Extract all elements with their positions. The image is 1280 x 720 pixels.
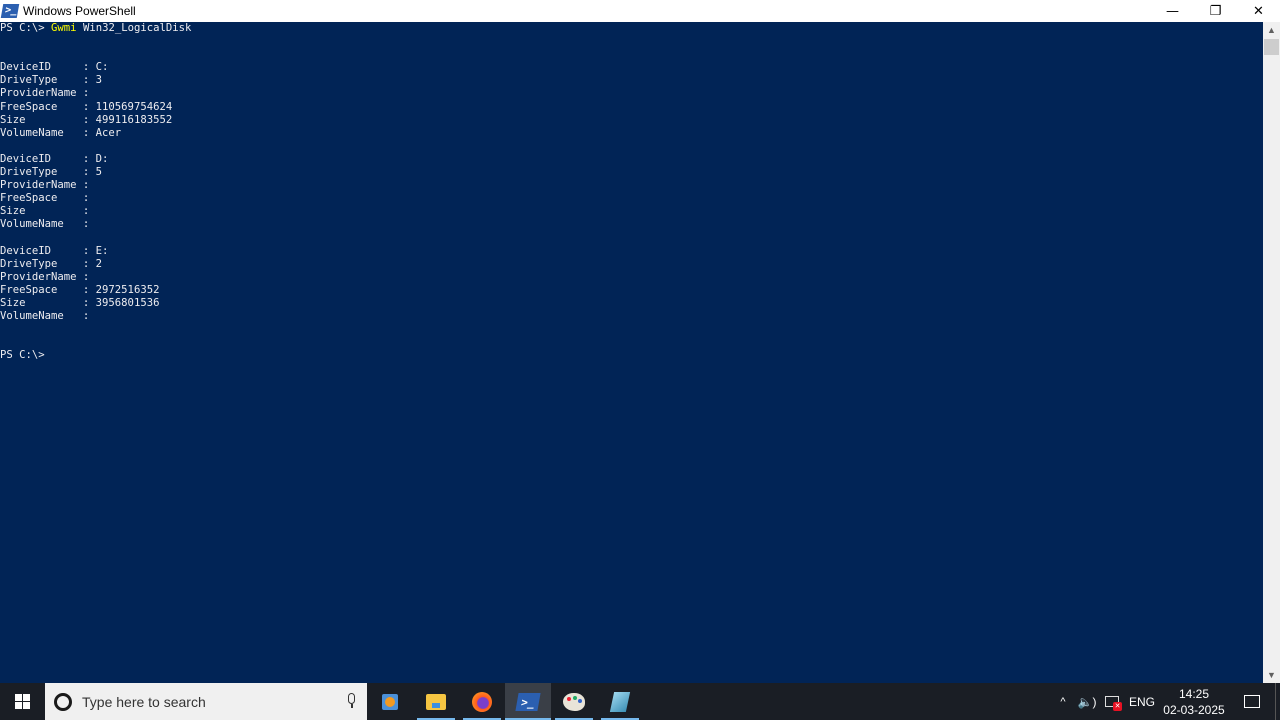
scrollbar-thumb[interactable] (1264, 39, 1279, 55)
property-value: 3 (95, 74, 103, 87)
property-label: ProviderName : (0, 87, 96, 100)
property-label: Size : (0, 113, 96, 126)
show-desktop-button[interactable] (1275, 683, 1280, 720)
notepad-icon (609, 691, 631, 712)
property-line: FreeSpace : 110569754624 (0, 101, 1263, 114)
taskbar-app-paint[interactable] (551, 683, 597, 720)
property-label: FreeSpace : (0, 192, 96, 205)
notification-icon (1244, 695, 1260, 708)
firefox-icon (472, 691, 492, 712)
close-button[interactable]: ✕ (1237, 0, 1280, 22)
media-player-icon (382, 693, 398, 710)
property-label: DriveType : (0, 257, 96, 270)
property-label: FreeSpace : (0, 283, 96, 296)
property-label: DriveType : (0, 74, 96, 87)
clock[interactable]: 14:25 02-03-2025 (1159, 686, 1229, 718)
property-line: DriveType : 5 (0, 166, 1263, 179)
property-label: Size : (0, 296, 96, 309)
start-button[interactable] (0, 683, 45, 720)
property-value: 3956801536 (95, 296, 160, 309)
network-disconnected-icon[interactable]: ✕ (1099, 696, 1125, 711)
property-label: Size : (0, 205, 96, 218)
property-line: FreeSpace : 2972516352 (0, 284, 1263, 297)
taskbar-search-box[interactable]: Type here to search (45, 683, 367, 720)
taskbar-app-media-player[interactable] (367, 683, 413, 720)
property-label: VolumeName : (0, 218, 96, 231)
prompt: PS C:\> (0, 22, 45, 34)
taskbar-app-firefox[interactable] (459, 683, 505, 720)
property-line: DeviceID : E: (0, 245, 1263, 258)
file-explorer-icon (426, 693, 446, 710)
property-label: DeviceID : (0, 244, 96, 257)
paint-icon (563, 692, 585, 711)
window-title: Windows PowerShell (23, 4, 136, 18)
powershell-taskbar-icon: >_ (515, 692, 541, 711)
property-line: DeviceID : D: (0, 153, 1263, 166)
property-label: VolumeName : (0, 310, 96, 323)
property-line: DriveType : 3 (0, 74, 1263, 87)
property-label: DeviceID : (0, 152, 96, 165)
property-line: VolumeName : (0, 218, 1263, 231)
property-line: ProviderName : (0, 179, 1263, 192)
property-line: DeviceID : C: (0, 61, 1263, 74)
property-label: DriveType : (0, 166, 96, 179)
cortana-circle-icon (54, 692, 72, 711)
taskbar-app-powershell[interactable]: >_ (505, 683, 551, 720)
microphone-icon[interactable] (347, 693, 356, 710)
show-hidden-icons-chevron-icon[interactable]: ^ (1051, 696, 1075, 708)
property-label: VolumeName : (0, 126, 96, 139)
property-line: VolumeName : (0, 310, 1263, 323)
scroll-down-arrow-icon[interactable]: ▼ (1263, 667, 1280, 683)
property-line: Size : (0, 205, 1263, 218)
windows-logo-icon (15, 694, 30, 709)
language-indicator[interactable]: ENG (1125, 695, 1159, 709)
property-label: ProviderName : (0, 270, 96, 283)
property-label: DeviceID : (0, 61, 96, 74)
final-prompt: PS C:\> (0, 349, 45, 362)
property-value: 110569754624 (95, 100, 173, 113)
system-tray: ^ 🔈) ✕ ENG 14:25 02-03-2025 (1051, 683, 1280, 720)
taskbar: Type here to search >_ ^ 🔈) ✕ ENG 14:25 (0, 683, 1280, 720)
clock-date: 02-03-2025 (1163, 702, 1225, 717)
final-prompt-line[interactable]: PS C:\> (0, 349, 1263, 362)
title-bar: >_ Windows PowerShell — ❐ ✕ (0, 0, 1280, 22)
property-line: DriveType : 2 (0, 258, 1263, 271)
volume-icon[interactable]: 🔈) (1075, 695, 1099, 709)
console-output[interactable]: PS C:\> Gwmi Win32_LogicalDisk DeviceID … (0, 22, 1263, 683)
scroll-up-arrow-icon[interactable]: ▲ (1263, 22, 1280, 38)
taskbar-app-notepad[interactable] (597, 683, 643, 720)
powershell-icon: >_ (0, 4, 20, 18)
action-center-button[interactable] (1229, 695, 1275, 708)
taskbar-app-file-explorer[interactable] (413, 683, 459, 720)
property-value: E: (95, 244, 109, 257)
property-line: VolumeName : Acer (0, 127, 1263, 140)
command-verb: Gwmi (51, 22, 77, 34)
property-line: ProviderName : (0, 271, 1263, 284)
property-label: FreeSpace : (0, 100, 96, 113)
minimize-button[interactable]: — (1151, 0, 1194, 22)
property-value: D: (95, 152, 109, 165)
property-value: 2972516352 (95, 283, 160, 296)
property-line: FreeSpace : (0, 192, 1263, 205)
property-value: Acer (95, 126, 122, 139)
window-controls: — ❐ ✕ (1151, 0, 1280, 22)
property-label: ProviderName : (0, 179, 96, 192)
property-value: 2 (95, 257, 103, 270)
property-line: Size : 3956801536 (0, 297, 1263, 310)
search-placeholder: Type here to search (82, 693, 206, 710)
clock-time: 14:25 (1178, 686, 1210, 701)
property-line: ProviderName : (0, 87, 1263, 100)
property-line: Size : 499116183552 (0, 114, 1263, 127)
command-line: PS C:\> Gwmi Win32_LogicalDisk (0, 22, 1263, 35)
console-text: PS C:\> Gwmi Win32_LogicalDisk DeviceID … (0, 22, 1263, 362)
restore-button[interactable]: ❐ (1194, 0, 1237, 22)
property-value: 5 (95, 166, 103, 179)
command-args: Win32_LogicalDisk (82, 22, 192, 34)
property-value: C: (95, 61, 109, 74)
vertical-scrollbar[interactable]: ▲ ▼ (1263, 22, 1280, 683)
property-value: 499116183552 (95, 113, 173, 126)
